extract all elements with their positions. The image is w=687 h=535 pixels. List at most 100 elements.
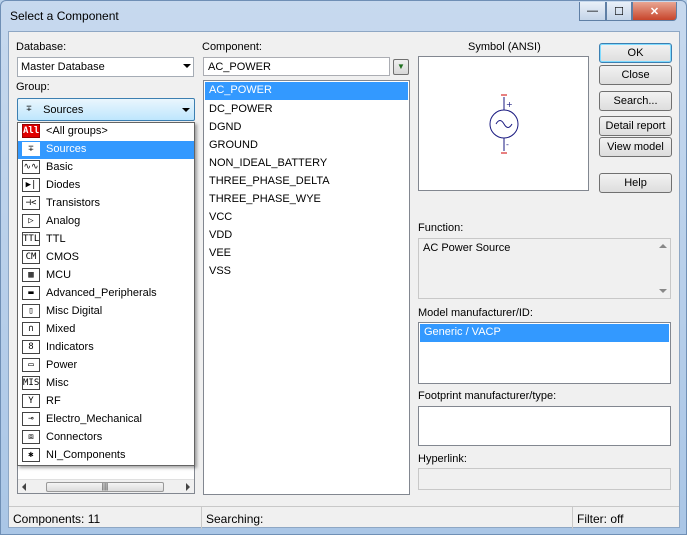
dropdown-item-label: Advanced_Peripherals — [46, 286, 157, 299]
dropdown-item[interactable]: MISC Misc — [18, 375, 194, 393]
indicators-icon: 8 — [22, 340, 40, 354]
dropdown-item[interactable]: ▦ MCU — [18, 267, 194, 285]
dropdown-item[interactable]: All <All groups> — [18, 123, 194, 141]
group-label: Group: — [16, 81, 50, 93]
dropdown-item-label: Basic — [46, 160, 73, 173]
scroll-down-icon[interactable] — [659, 289, 667, 293]
status-searching: Searching: — [202, 507, 573, 529]
dropdown-item-label: Diodes — [46, 178, 81, 191]
detail-report-button[interactable]: Detail report — [599, 116, 672, 136]
cmos-icon: CM — [22, 250, 40, 264]
scroll-thumb[interactable]: ||| — [46, 482, 164, 492]
title-bar[interactable]: Select a Component — ☐ ✕ — [1, 1, 686, 31]
list-item[interactable]: THREE_PHASE_WYE — [205, 191, 408, 209]
view-model-button[interactable]: View model — [599, 137, 672, 157]
dropdown-item-label: Analog — [46, 214, 81, 227]
function-value: AC Power Source — [423, 242, 511, 254]
list-item[interactable]: DC_POWER — [205, 101, 408, 119]
ac-source-symbol-icon: + - — [489, 94, 519, 154]
dropdown-item-label: Connectors — [46, 430, 103, 443]
scroll-up-icon[interactable] — [659, 244, 667, 248]
dropdown-item[interactable]: ▭ Power — [18, 357, 194, 375]
close-icon: ✕ — [649, 5, 660, 18]
dropdown-item[interactable]: 8 Indicators — [18, 339, 194, 357]
list-item[interactable]: DGND — [205, 119, 408, 137]
list-item[interactable]: VSS — [205, 263, 408, 281]
electro-mechanical-icon: ⊸ — [22, 412, 40, 426]
ok-button[interactable]: OK — [599, 43, 672, 63]
scroll-left-icon[interactable] — [22, 483, 26, 491]
dropdown-item-label: Indicators — [46, 340, 94, 353]
dropdown-item[interactable]: ▷ Analog — [18, 213, 194, 231]
component-search-input[interactable]: AC_POWER — [203, 57, 390, 76]
database-value: Master Database — [21, 61, 105, 73]
list-item[interactable]: Generic / VACP — [420, 324, 669, 342]
search-button[interactable]: Search... — [599, 91, 672, 111]
minimize-button[interactable]: — — [579, 2, 606, 21]
dropdown-item[interactable]: TTL TTL — [18, 231, 194, 249]
dropdown-item-label: RF — [46, 394, 61, 407]
list-item[interactable]: VCC — [205, 209, 408, 227]
dropdown-item-label: Electro_Mechanical — [46, 412, 142, 425]
connectors-icon: ⧈ — [22, 430, 40, 444]
list-item[interactable]: VDD — [205, 227, 408, 245]
function-label: Function: — [418, 222, 464, 234]
model-manufacturer-listbox[interactable]: Generic / VACP — [418, 322, 671, 384]
dropdown-item[interactable]: ⧈ Connectors — [18, 429, 194, 447]
group-list-horizontal-scrollbar[interactable]: ||| — [18, 479, 194, 493]
hyperlink-field[interactable] — [418, 468, 671, 490]
dropdown-item-label: CMOS — [46, 250, 79, 263]
dropdown-item-label: TTL — [46, 232, 66, 245]
symbol-label: Symbol (ANSI) — [468, 41, 541, 53]
dropdown-item-label: Transistors — [46, 196, 100, 209]
close-window-button[interactable]: ✕ — [632, 2, 677, 21]
dropdown-item[interactable]: ⊸ Electro_Mechanical — [18, 411, 194, 429]
dropdown-item[interactable]: CM CMOS — [18, 249, 194, 267]
status-filter: Filter: off — [577, 512, 624, 526]
sources-icon: ∓ — [22, 142, 40, 156]
rf-icon: Y — [22, 394, 40, 408]
filter-button[interactable]: ▼ — [393, 59, 409, 75]
help-button[interactable]: Help — [599, 173, 672, 193]
component-listbox[interactable]: AC_POWER DC_POWER DGND GROUND NON_IDEAL_BATT… — [203, 80, 410, 495]
dropdown-item[interactable]: ∓ Sources — [18, 141, 194, 159]
dropdown-item[interactable]: ▯ Misc Digital — [18, 303, 194, 321]
symbol-preview: + - — [418, 56, 589, 191]
close-button[interactable]: Close — [599, 65, 672, 85]
dropdown-item[interactable]: ▶| Diodes — [18, 177, 194, 195]
scroll-right-icon[interactable] — [186, 483, 190, 491]
dropdown-item[interactable]: ∩ Mixed — [18, 321, 194, 339]
function-textbox: AC Power Source — [418, 238, 671, 299]
function-scrollbar[interactable] — [656, 239, 670, 298]
list-item[interactable]: NON_IDEAL_BATTERY — [205, 155, 408, 173]
dropdown-item[interactable]: ▬ Advanced_Peripherals — [18, 285, 194, 303]
ni-components-icon: ✱ — [22, 448, 40, 462]
list-item[interactable]: VEE — [205, 245, 408, 263]
database-label: Database: — [16, 41, 67, 53]
minimize-icon: — — [587, 5, 598, 17]
power-icon: ▭ — [22, 358, 40, 372]
misc-digital-icon: ▯ — [22, 304, 40, 318]
mixed-icon: ∩ — [22, 322, 40, 336]
database-combobox[interactable]: Master Database — [17, 57, 194, 77]
footprint-listbox[interactable] — [418, 406, 671, 446]
maximize-icon: ☐ — [614, 5, 624, 18]
dropdown-item-label: Misc — [46, 376, 69, 389]
dropdown-item[interactable]: ✱ NI_Components — [18, 447, 194, 465]
component-label: Component: — [202, 41, 262, 53]
analog-icon: ▷ — [22, 214, 40, 228]
dropdown-item[interactable]: ⊣< Transistors — [18, 195, 194, 213]
list-item[interactable]: GROUND — [205, 137, 408, 155]
dropdown-item[interactable]: ∿∿ Basic — [18, 159, 194, 177]
chevron-down-icon — [183, 64, 191, 68]
group-combobox[interactable]: ∓ Sources — [17, 98, 195, 121]
dropdown-item[interactable]: Y RF — [18, 393, 194, 411]
list-item[interactable]: THREE_PHASE_DELTA — [205, 173, 408, 191]
list-item[interactable]: AC_POWER — [205, 82, 408, 100]
status-components: Components: 11 — [9, 507, 202, 529]
diodes-icon: ▶| — [22, 178, 40, 192]
group-dropdown-list[interactable]: All <All groups> ∓ Sources ∿∿ Basic ▶| Diodes ⊣<… — [17, 122, 195, 466]
group-value: Sources — [43, 103, 84, 116]
maximize-button[interactable]: ☐ — [606, 2, 632, 21]
dropdown-item-label: NI_Components — [46, 448, 126, 461]
